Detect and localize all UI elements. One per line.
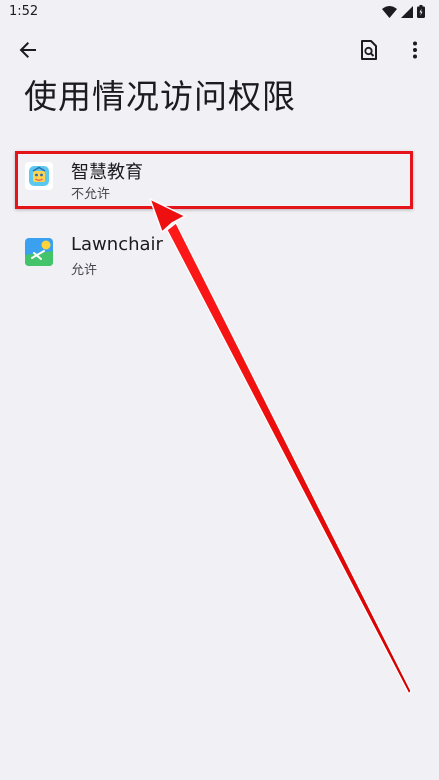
toolbar bbox=[0, 30, 439, 74]
status-time: 1:52 bbox=[9, 4, 39, 19]
battery-icon bbox=[417, 5, 425, 18]
back-button[interactable] bbox=[10, 34, 46, 70]
app-list-item-smart-education[interactable]: 智慧教育 不允许 bbox=[0, 148, 439, 224]
wifi-icon bbox=[382, 5, 397, 18]
smart-education-app-icon bbox=[25, 162, 53, 190]
app-list: 智慧教育 不允许 Lawnchair 允许 bbox=[0, 148, 439, 300]
app-list-item-lawnchair[interactable]: Lawnchair 允许 bbox=[0, 224, 439, 300]
status-icons bbox=[382, 5, 425, 18]
status-bar: 1:52 bbox=[0, 0, 439, 26]
page-title: 使用情况访问权限 bbox=[24, 77, 296, 116]
signal-icon bbox=[401, 5, 413, 18]
lawnchair-app-icon bbox=[25, 238, 53, 266]
search-page-icon bbox=[360, 40, 378, 64]
app-permission-status: 允许 bbox=[71, 263, 98, 278]
app-name: Lawnchair bbox=[71, 234, 163, 255]
arrow-back-icon bbox=[18, 40, 38, 64]
app-permission-status: 不允许 bbox=[71, 187, 111, 202]
app-name: 智慧教育 bbox=[71, 162, 143, 183]
search-in-page-button[interactable] bbox=[351, 34, 387, 70]
more-options-button[interactable] bbox=[397, 34, 433, 70]
more-vert-icon bbox=[412, 41, 418, 63]
